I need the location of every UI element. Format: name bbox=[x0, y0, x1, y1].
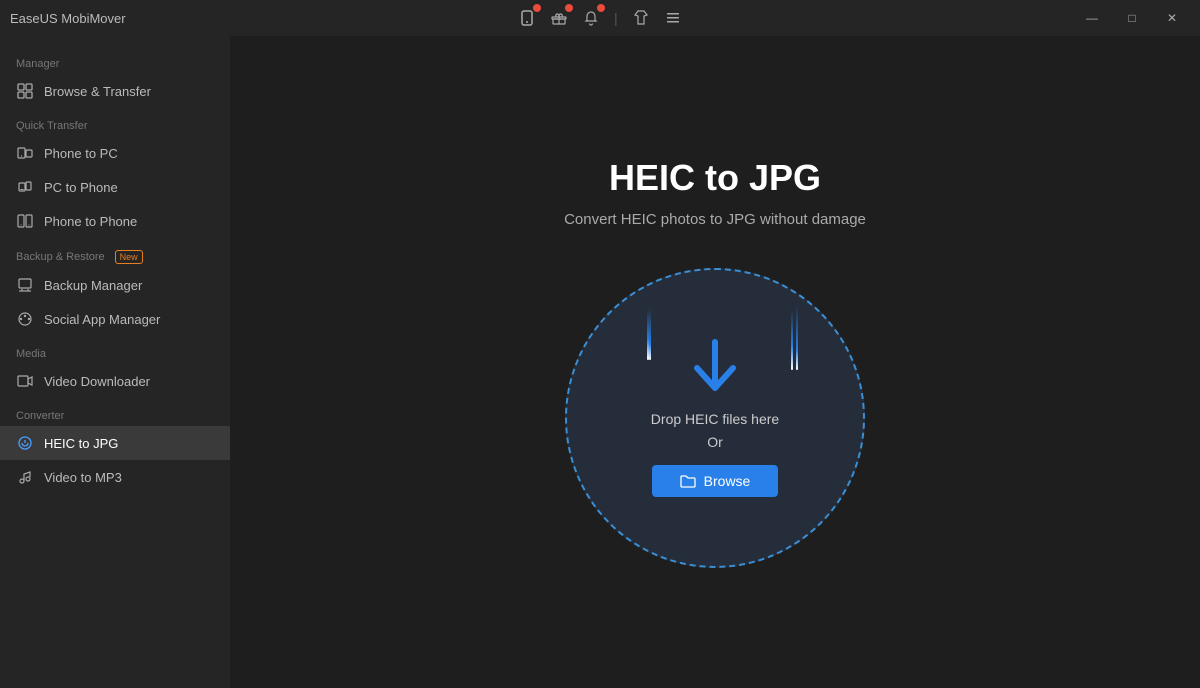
titlebar-icons: | bbox=[516, 7, 684, 29]
close-button[interactable]: ✕ bbox=[1154, 0, 1190, 36]
sidebar-item-phone-to-pc[interactable]: Phone to PC bbox=[0, 136, 230, 170]
section-label-media: Media bbox=[0, 336, 230, 364]
section-label-quick-transfer: Quick Transfer bbox=[0, 108, 230, 136]
titlebar-controls: — □ ✕ bbox=[1074, 0, 1190, 36]
drop-zone[interactable]: Drop HEIC files here Or Browse bbox=[565, 268, 865, 568]
heic-icon bbox=[16, 434, 34, 452]
sidebar: Manager Browse & Transfer Quick Transfer bbox=[0, 36, 230, 688]
titlebar: EaseUS MobiMover bbox=[0, 0, 1200, 36]
dropdown-icon[interactable] bbox=[662, 7, 684, 29]
section-label-converter: Converter bbox=[0, 398, 230, 426]
sidebar-item-label: Backup Manager bbox=[44, 278, 142, 293]
page-title: HEIC to JPG bbox=[609, 157, 821, 199]
social-icon bbox=[16, 310, 34, 328]
mp3-icon bbox=[16, 468, 34, 486]
maximize-button[interactable]: □ bbox=[1114, 0, 1150, 36]
sidebar-item-video-to-mp3[interactable]: Video to MP3 bbox=[0, 460, 230, 494]
sidebar-item-label: Video Downloader bbox=[44, 374, 150, 389]
sidebar-item-label: Video to MP3 bbox=[44, 470, 122, 485]
sidebar-item-label: Phone to PC bbox=[44, 146, 118, 161]
content-area: HEIC to JPG Convert HEIC photos to JPG w… bbox=[230, 36, 1200, 688]
drop-text: Drop HEIC files here Or bbox=[651, 408, 779, 453]
minimize-button[interactable]: — bbox=[1074, 0, 1110, 36]
mobile-icon[interactable] bbox=[516, 7, 538, 29]
separator: | bbox=[612, 10, 620, 26]
new-badge: New bbox=[115, 250, 143, 264]
sidebar-item-heic-to-jpg[interactable]: HEIC to JPG bbox=[0, 426, 230, 460]
phone-phone-icon bbox=[16, 212, 34, 230]
drop-arrow-icon bbox=[689, 338, 741, 396]
video-icon bbox=[16, 372, 34, 390]
folder-icon bbox=[680, 473, 696, 489]
shirt-icon[interactable] bbox=[630, 7, 652, 29]
sidebar-item-label: HEIC to JPG bbox=[44, 436, 118, 451]
sidebar-item-label: Browse & Transfer bbox=[44, 84, 151, 99]
titlebar-left: EaseUS MobiMover bbox=[10, 11, 126, 26]
backup-icon bbox=[16, 276, 34, 294]
page-subtitle: Convert HEIC photos to JPG without damag… bbox=[564, 211, 866, 228]
sidebar-item-label: Social App Manager bbox=[44, 312, 160, 327]
sidebar-item-pc-to-phone[interactable]: PC to Phone bbox=[0, 170, 230, 204]
section-label-backup: Backup & Restore New bbox=[0, 238, 230, 268]
sidebar-item-label: Phone to Phone bbox=[44, 214, 137, 229]
section-label-manager: Manager bbox=[0, 46, 230, 74]
sidebar-item-label: PC to Phone bbox=[44, 180, 118, 195]
app-title: EaseUS MobiMover bbox=[10, 11, 126, 26]
phone-pc-icon bbox=[16, 144, 34, 162]
sidebar-item-video-downloader[interactable]: Video Downloader bbox=[0, 364, 230, 398]
browse-button[interactable]: Browse bbox=[652, 465, 779, 497]
sidebar-item-social-app-manager[interactable]: Social App Manager bbox=[0, 302, 230, 336]
main-layout: Manager Browse & Transfer Quick Transfer bbox=[0, 36, 1200, 688]
pc-phone-icon bbox=[16, 178, 34, 196]
drop-line-left bbox=[649, 308, 651, 360]
sidebar-item-backup-manager[interactable]: Backup Manager bbox=[0, 268, 230, 302]
gift-icon[interactable] bbox=[548, 7, 570, 29]
sidebar-item-phone-to-phone[interactable]: Phone to Phone bbox=[0, 204, 230, 238]
bell-icon[interactable] bbox=[580, 7, 602, 29]
drop-line-right bbox=[796, 305, 798, 370]
sidebar-item-browse-transfer[interactable]: Browse & Transfer bbox=[0, 74, 230, 108]
grid-icon bbox=[16, 82, 34, 100]
